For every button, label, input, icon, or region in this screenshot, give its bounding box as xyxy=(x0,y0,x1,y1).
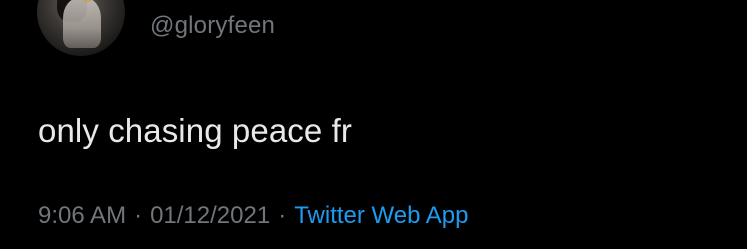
tweet-date[interactable]: 01/12/2021 xyxy=(150,202,270,229)
tweet-text: only chasing peace fr xyxy=(38,112,352,149)
tweet-source-link[interactable]: Twitter Web App xyxy=(294,202,468,229)
metadata-separator: · xyxy=(278,202,287,229)
tweet-metadata: 9:06 AM · 01/12/2021 · Twitter Web App xyxy=(38,201,469,231)
metadata-separator: · xyxy=(134,202,143,229)
avatar-figure-shape xyxy=(63,0,101,48)
tweet-time[interactable]: 9:06 AM xyxy=(38,202,126,229)
avatar[interactable] xyxy=(37,0,125,56)
user-handle[interactable]: @gloryfeen xyxy=(150,12,275,40)
